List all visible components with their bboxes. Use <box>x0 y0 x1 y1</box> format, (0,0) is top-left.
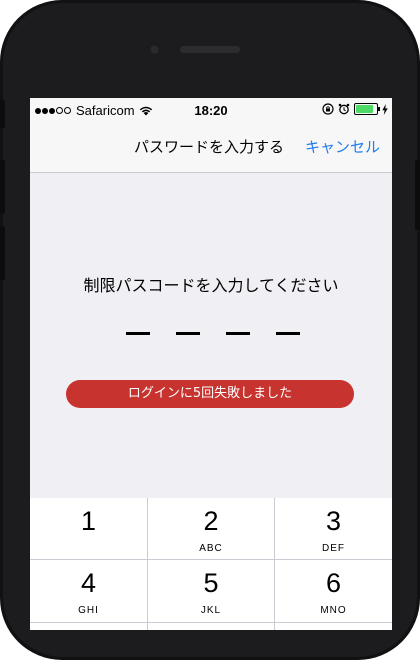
cancel-button[interactable]: キャンセル <box>305 136 380 157</box>
mute-switch <box>0 100 5 128</box>
key-letters: DEF <box>322 543 345 554</box>
failed-attempts-badge: ログインに5回失敗しました <box>66 380 354 408</box>
key-9[interactable] <box>275 623 392 630</box>
passcode-slot <box>176 332 200 335</box>
orientation-lock-icon <box>322 103 334 115</box>
key-letters: GHI <box>78 605 99 616</box>
key-letters: MNO <box>320 605 347 616</box>
battery-level <box>356 105 373 113</box>
alarm-icon <box>338 103 350 115</box>
passcode-prompt: 制限パスコードを入力してください <box>83 276 339 295</box>
key-digit: 1 <box>80 506 97 536</box>
key-8[interactable] <box>148 623 274 630</box>
passcode-slot <box>226 332 250 335</box>
front-camera <box>149 44 160 55</box>
volume-up-button <box>0 160 5 214</box>
volume-down-button <box>0 226 5 280</box>
key-digit: 3 <box>325 506 342 536</box>
key-letters: JKL <box>200 605 222 616</box>
navigation-bar: パスワードを入力する キャンセル <box>30 122 392 173</box>
battery-icon <box>354 103 380 115</box>
screen: Safaricom 18:20 パスワードを入力する キャンセル 制限パスコード… <box>30 98 392 630</box>
status-right <box>322 103 388 115</box>
passcode-slot <box>276 332 300 335</box>
key-digit: 4 <box>80 568 97 598</box>
key-3[interactable]: 3 DEF <box>275 498 392 559</box>
passcode-slot <box>126 332 150 335</box>
key-5[interactable]: 5 JKL <box>148 560 274 622</box>
status-bar: Safaricom 18:20 <box>30 98 392 122</box>
key-digit: 5 <box>203 568 219 598</box>
key-digit: 2 <box>203 506 219 536</box>
key-2[interactable]: 2 ABC <box>148 498 274 559</box>
key-4[interactable]: 4 GHI <box>30 560 147 622</box>
key-6[interactable]: 6 MNO <box>275 560 392 622</box>
charging-icon <box>382 103 388 115</box>
nav-title: パスワードを入力する <box>134 138 285 156</box>
key-digit: 6 <box>325 568 342 598</box>
earpiece-speaker <box>180 46 240 53</box>
key-1[interactable]: 1 <box>30 498 147 559</box>
number-keypad: 1 2 ABC 3 DEF 4 GHI 5 JKL 6 MNO <box>30 498 392 630</box>
passcode-slots <box>126 332 300 335</box>
key-letters: ABC <box>199 543 223 554</box>
key-7[interactable] <box>30 623 147 630</box>
power-button <box>415 160 420 230</box>
